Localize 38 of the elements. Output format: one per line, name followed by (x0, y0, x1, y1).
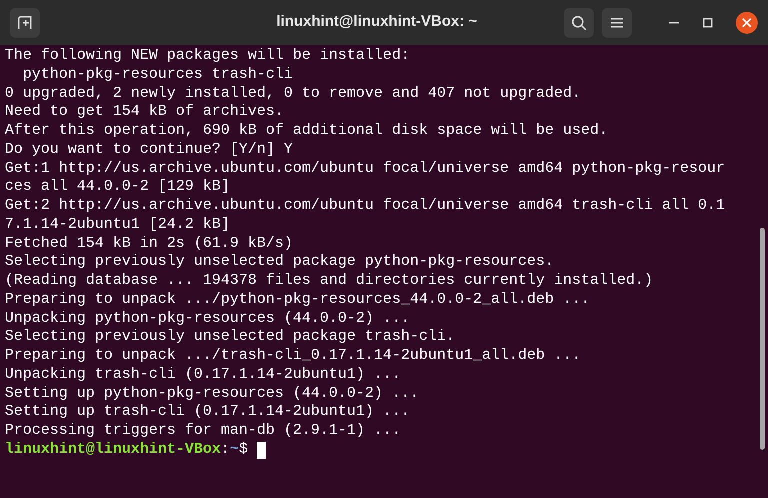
search-button[interactable] (564, 8, 594, 38)
prompt-user-host: linuxhint@linuxhint-VBox (5, 440, 222, 460)
search-icon (571, 14, 587, 30)
scrollbar-thumb[interactable] (760, 228, 765, 450)
output-line: Setting up trash-cli (0.17.1.14-2ubuntu1) ... (5, 403, 410, 420)
prompt-symbol: $ (239, 440, 248, 460)
output-line: The following NEW packages will be installed: (5, 47, 410, 64)
text-cursor (257, 442, 266, 459)
output-line: Preparing to unpack .../trash-cli_0.17.1.14-2ubuntu1_all.deb ... (5, 347, 582, 364)
output-line: Do you want to continue? [Y/n] Y (5, 140, 294, 158)
close-button[interactable] (736, 12, 758, 34)
output-line: Fetched 154 kB in 2s (61.9 kB/s) (5, 234, 294, 252)
output-line: Setting up python-pkg-resources (44.0.0-2) ... (5, 384, 420, 402)
output-line: Preparing to unpack .../python-pkg-resources_44.0.0-2_all.deb ... (5, 290, 590, 308)
output-line: Selecting previously unselected package trash-cli. (5, 328, 456, 346)
output-line: Get:2 http://us.archive.ubuntu.com/ubuntu focal/universe amd64 trash-cli all 0.1 (5, 197, 726, 214)
maximize-icon (703, 18, 713, 28)
close-icon (742, 18, 752, 28)
minimize-icon (669, 22, 679, 24)
new-tab-icon (17, 16, 33, 30)
new-tab-button[interactable] (10, 8, 40, 38)
menu-icon (610, 16, 624, 28)
output-line: Processing triggers for man-db (2.9.1-1) ... (5, 422, 402, 439)
prompt-separator: : (221, 440, 230, 460)
output-line: 7.1.14-2ubuntu1 [24.2 kB] (5, 216, 230, 233)
output-line: Unpacking python-pkg-resources (44.0.0-2) ... (5, 310, 410, 326)
output-line: Get:1 http://us.archive.ubuntu.com/ubuntu focal/universe amd64 python-pkg-resour (5, 160, 726, 176)
output-line: ces all 44.0.0-2 [129 kB] (5, 178, 230, 196)
menu-button[interactable] (602, 8, 632, 38)
output-line: Unpacking trash-cli (0.17.1.14-2ubuntu1) ... (5, 366, 402, 383)
window-title: linuxhint@linuxhint-VBox: ~ (276, 12, 478, 32)
output-line: Selecting previously unselected package python-pkg-resources. (5, 253, 554, 270)
output-line: 0 upgraded, 2 newly installed, 0 to remove and 407 not upgraded. (5, 84, 582, 102)
prompt-path: ~ (230, 440, 240, 460)
output-line: Need to get 154 kB of archives. (5, 103, 284, 120)
output-line: (Reading database ... 194378 files and directories currently installed.) (5, 272, 654, 289)
output-line: python-pkg-resources trash-cli (22, 66, 294, 83)
output-line: After this operation, 690 kB of additional disk space will be used. (5, 122, 608, 139)
